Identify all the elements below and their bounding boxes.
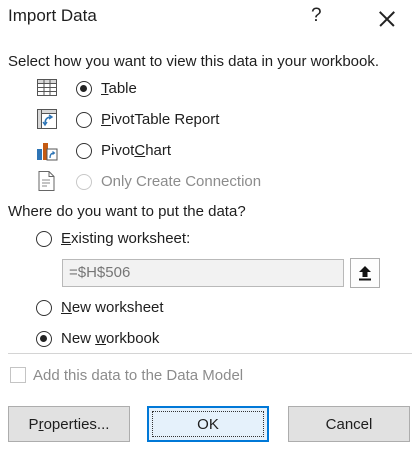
connection-icon [38, 171, 55, 191]
data-model-checkbox [10, 367, 26, 383]
ok-button[interactable]: OK [147, 406, 269, 442]
option-pivottable-label: PivotTable Report [101, 111, 220, 128]
cancel-button[interactable]: Cancel [288, 406, 410, 442]
option-pivotchart-label: PivotChart [101, 142, 172, 159]
option-existing-worksheet-label: Existing worksheet: [61, 230, 191, 247]
title-bar: Import Data ? [0, 0, 420, 36]
radio-new-workbook[interactable] [36, 331, 52, 347]
radio-only-create-connection [76, 174, 92, 190]
radio-pivotchart[interactable] [76, 143, 92, 159]
data-model-label: Add this data to the Data Model [33, 367, 244, 384]
section-divider [8, 353, 412, 354]
view-section-label: Select how you want to view this data in… [8, 53, 380, 70]
option-new-workbook-label: New workbook [61, 330, 160, 347]
help-button[interactable]: ? [311, 5, 322, 27]
pivotchart-icon [37, 143, 58, 161]
table-icon [37, 79, 57, 96]
cell-reference-input[interactable]: =$H$506 [62, 259, 344, 287]
properties-button[interactable]: Properties... [8, 406, 130, 442]
close-icon[interactable] [375, 7, 399, 31]
radio-new-worksheet[interactable] [36, 300, 52, 316]
radio-pivottable[interactable] [76, 112, 92, 128]
pivottable-icon [37, 109, 57, 129]
location-section-label: Where do you want to put the data? [8, 203, 246, 220]
collapse-dialog-button[interactable] [350, 258, 380, 288]
option-new-worksheet-label: New worksheet [61, 299, 164, 316]
option-only-create-connection-label: Only Create Connection [101, 173, 262, 190]
radio-existing-worksheet[interactable] [36, 231, 52, 247]
upload-arrow-icon [359, 266, 371, 281]
dialog-title: Import Data [8, 6, 97, 25]
radio-table[interactable] [76, 81, 92, 97]
option-table-label: Table [101, 80, 137, 97]
